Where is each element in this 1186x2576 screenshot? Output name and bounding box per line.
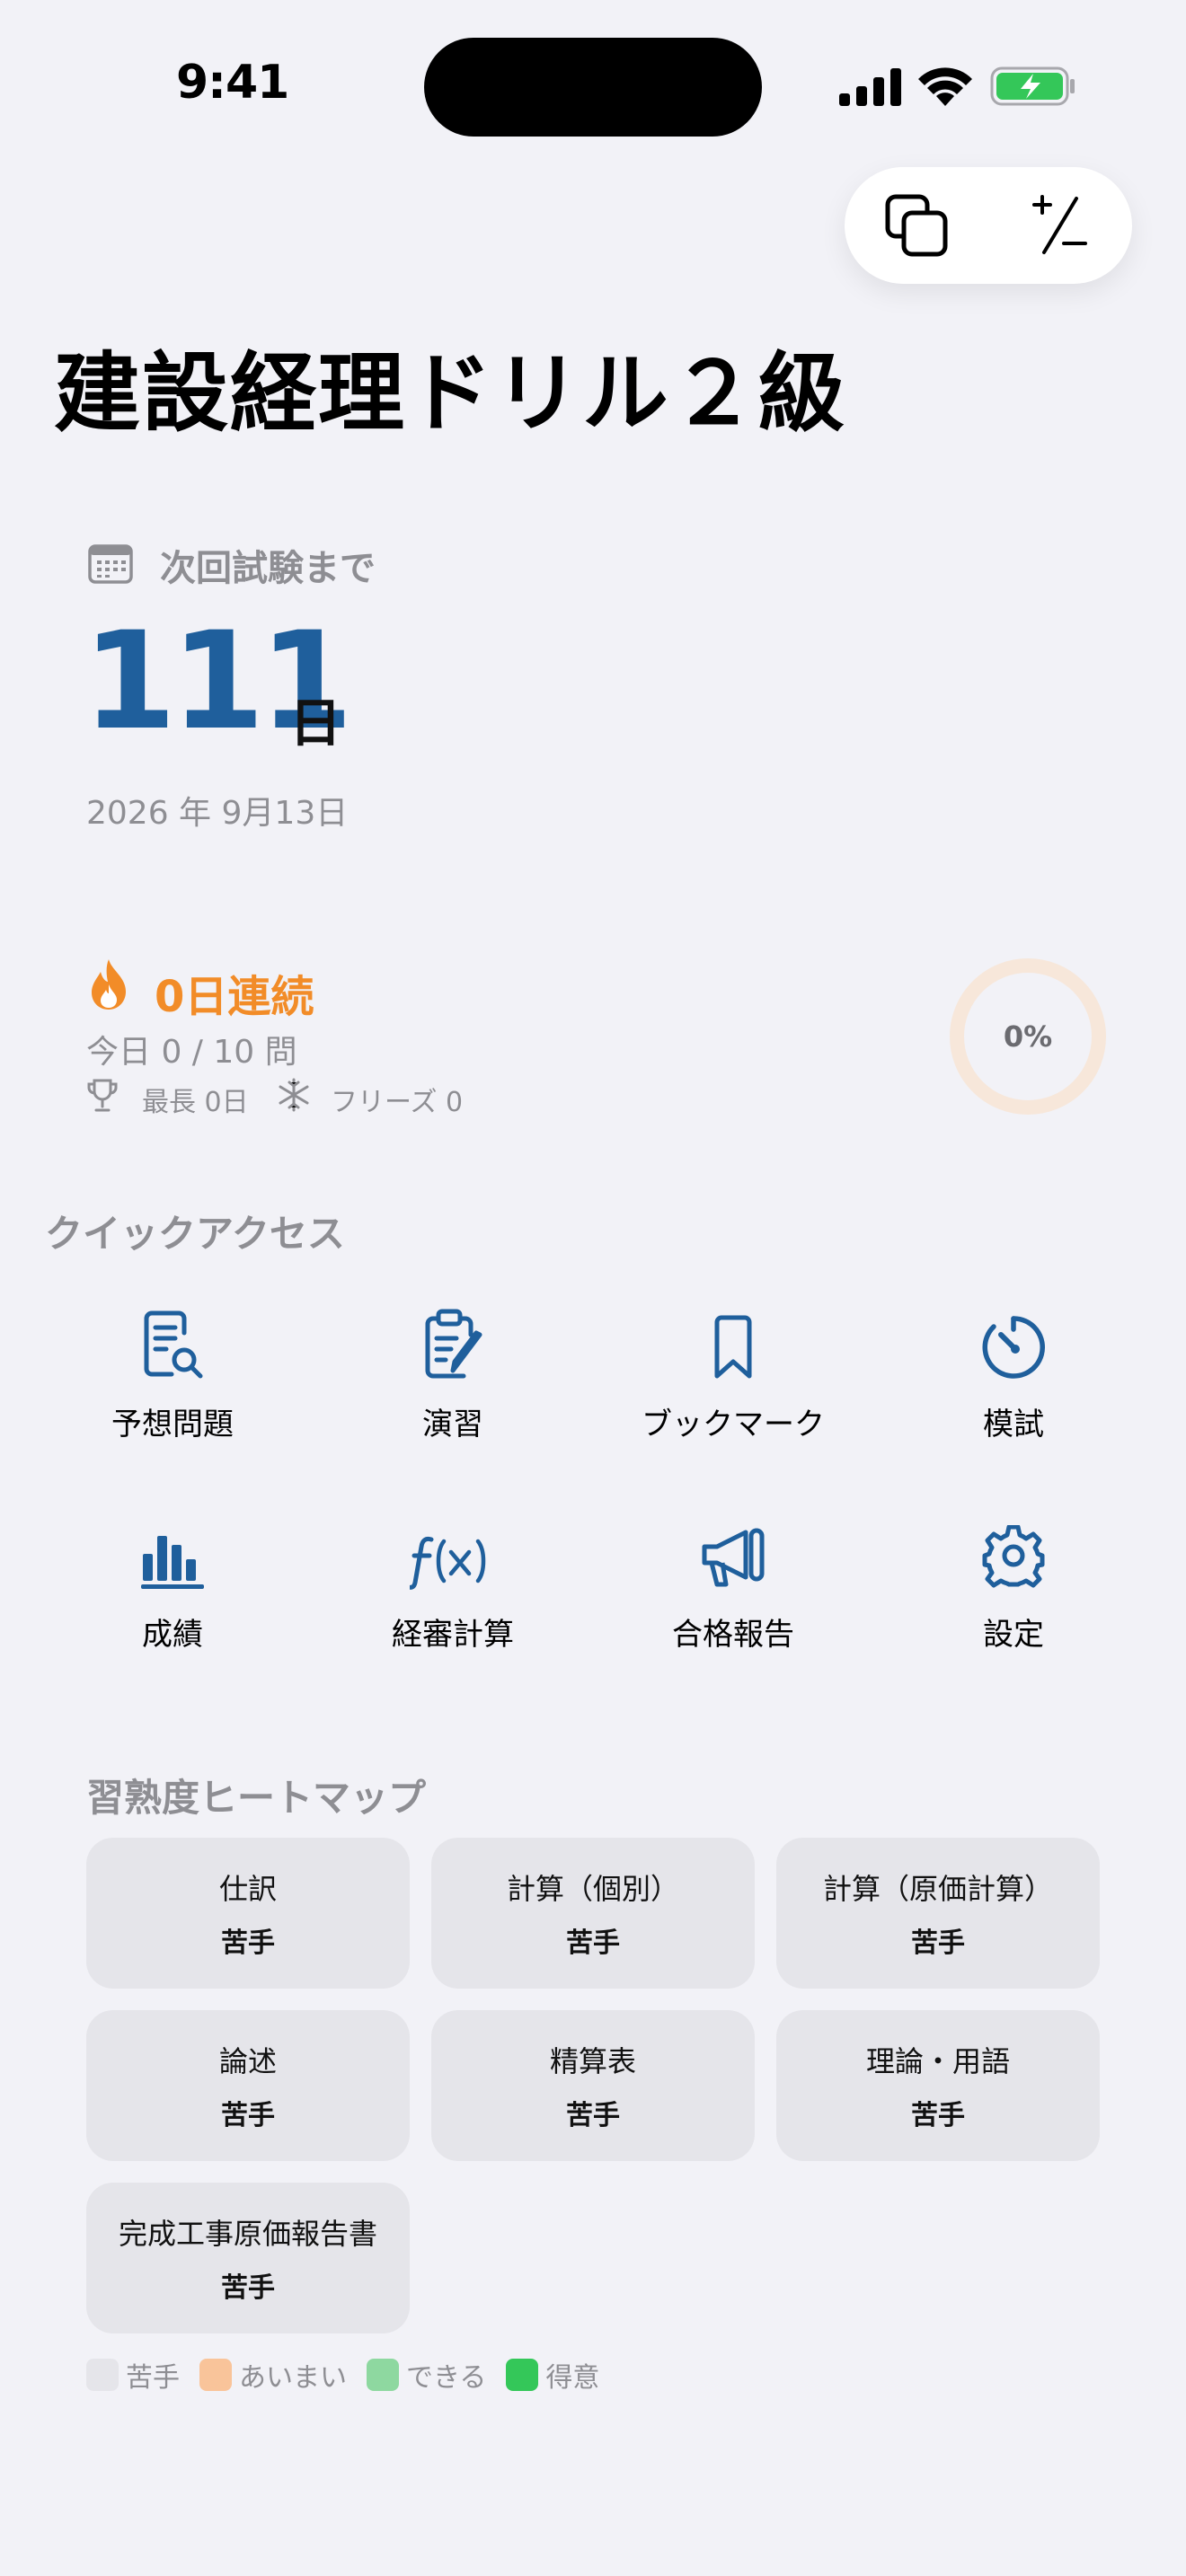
function-icon — [410, 1536, 486, 1590]
legend-swatch — [86, 2359, 119, 2391]
bar-chart-icon — [141, 1536, 204, 1589]
freeze-count: フリーズ 0 — [331, 1087, 464, 1118]
heatmap-tile-cost-report[interactable]: 完成工事原価報告書 苦手 — [86, 2183, 410, 2333]
wifi-icon — [916, 65, 974, 111]
quick-access-title: クイックアクセス — [45, 1212, 345, 1256]
cellular-signal-icon — [839, 68, 902, 110]
quick-access-results[interactable]: 成績 — [47, 1509, 298, 1671]
megaphone-icon — [702, 1528, 765, 1587]
heatmap-tile-calc-costing[interactable]: 計算（原価計算） 苦手 — [776, 1838, 1100, 1989]
best-streak: 最長 0日 — [142, 1087, 249, 1118]
quick-access-pass-report[interactable]: 合格報告 — [607, 1509, 859, 1671]
legend-swatch — [506, 2359, 539, 2391]
streak-count: 0日連続 — [155, 972, 314, 1022]
timer-icon — [982, 1316, 1045, 1379]
clipboard-pen-icon — [425, 1309, 482, 1379]
legend-item-strong: 得意 — [506, 2355, 599, 2395]
heatmap-title: 習熟度ヒートマップ — [86, 1776, 427, 1820]
app-screen: 9:41 建設経理ドリル２級 次回試験まで 111 日 2026 年 9月13日… — [0, 0, 1186, 2576]
trophy-icon — [86, 1078, 119, 1117]
gear-icon — [982, 1525, 1045, 1588]
toolbar — [845, 167, 1132, 284]
progress-percent: 0% — [1003, 1019, 1053, 1054]
legend-item-unsure: あいまい — [199, 2355, 347, 2395]
quick-access-practice[interactable]: 演習 — [327, 1299, 579, 1460]
heatmap-tile-shiwake[interactable]: 仕訳 苦手 — [86, 1838, 410, 1989]
snowflake-icon — [277, 1078, 311, 1116]
flame-icon — [86, 957, 131, 1015]
copy-button[interactable] — [845, 167, 988, 284]
legend-swatch — [199, 2359, 232, 2391]
exam-date: 2026 年 9月13日 — [86, 795, 349, 832]
copy-icon — [885, 194, 948, 257]
countdown-unit: 日 — [289, 693, 342, 754]
battery-charging-icon — [990, 65, 1076, 111]
today-progress: 今日 0 / 10 問 — [86, 1034, 297, 1071]
bookmark-icon — [714, 1315, 752, 1379]
quick-access-bookmark[interactable]: ブックマーク — [607, 1299, 859, 1460]
quick-access-settings[interactable]: 設定 — [888, 1509, 1139, 1671]
quick-access-forecast[interactable]: 予想問題 — [47, 1299, 298, 1460]
quick-access-keishin-calc[interactable]: 経審計算 — [327, 1509, 579, 1671]
heatmap-tile-essay[interactable]: 論述 苦手 — [86, 2010, 410, 2161]
heatmap-legend: 苦手 あいまい できる 得意 — [86, 2355, 619, 2395]
legend-item-can-do: できる — [367, 2355, 486, 2395]
calendar-icon — [88, 543, 133, 587]
document-search-icon — [144, 1310, 203, 1379]
heatmap-tile-theory-terms[interactable]: 理論・用語 苦手 — [776, 2010, 1100, 2161]
legend-item-weak: 苦手 — [86, 2355, 180, 2395]
quick-access-mock-exam[interactable]: 模試 — [888, 1299, 1139, 1460]
countdown-label: 次回試験まで — [160, 548, 376, 589]
plus-minus-icon — [1032, 195, 1087, 254]
legend-swatch — [367, 2359, 399, 2391]
status-time: 9:41 — [176, 56, 289, 110]
plus-minus-button[interactable] — [988, 167, 1132, 284]
heatmap-tile-calc-individual[interactable]: 計算（個別） 苦手 — [431, 1838, 755, 1989]
dynamic-island — [424, 38, 762, 137]
heatmap-tile-worksheet[interactable]: 精算表 苦手 — [431, 2010, 755, 2161]
page-title: 建設経理ドリル２級 — [54, 343, 846, 444]
